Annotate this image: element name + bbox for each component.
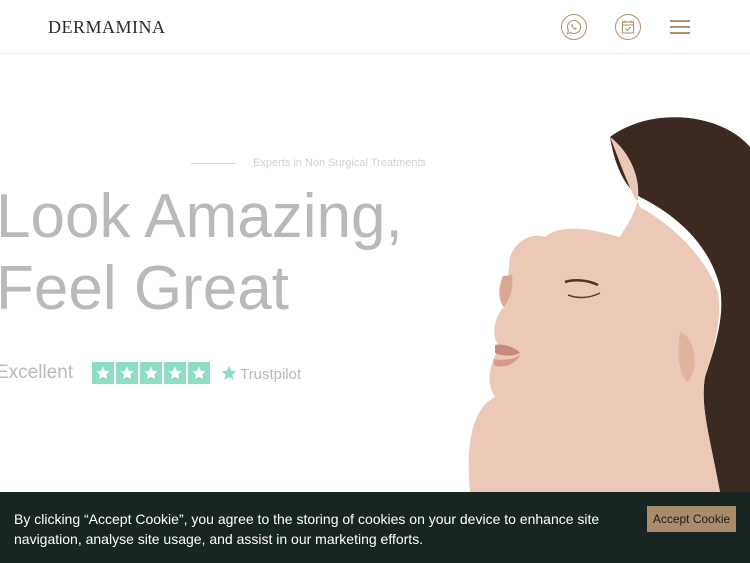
booking-button[interactable] [615, 14, 641, 40]
menu-icon [670, 20, 690, 22]
calendar-icon [621, 20, 635, 34]
cookie-message: By clicking “Accept Cookie”, you agree t… [14, 511, 600, 547]
trustpilot-label: Trustpilot [240, 366, 302, 383]
headline-line-2: Feel Great [0, 254, 289, 323]
accept-cookie-button[interactable]: Accept Cookie [647, 506, 736, 532]
whatsapp-button[interactable] [561, 14, 587, 40]
star-icon [92, 362, 114, 384]
eyebrow-divider [191, 163, 236, 164]
star-icon [188, 362, 210, 384]
hero-headline: Look Amazing, Feel Great [0, 181, 403, 325]
hero-eyebrow: Experts in Non Surgical Treatments [253, 157, 427, 169]
star-icon [140, 362, 162, 384]
star-icon [164, 362, 186, 384]
hero-section: Experts in Non Surgical Treatments Look … [0, 55, 750, 492]
menu-icon-bar [670, 32, 690, 34]
whatsapp-icon [566, 19, 582, 35]
woman-profile-image [468, 117, 750, 492]
headline-line-1: Look Amazing, [0, 182, 403, 251]
trustpilot-star-icon [221, 365, 237, 380]
rating-stars [92, 362, 210, 384]
cookie-consent-bar: By clicking “Accept Cookie”, you agree t… [0, 492, 750, 563]
site-header: DERMAMINA [0, 0, 750, 54]
rating-label: Excellent [0, 362, 74, 383]
site-logo[interactable]: DERMAMINA [48, 17, 166, 38]
star-icon [116, 362, 138, 384]
menu-button[interactable] [670, 20, 690, 35]
menu-icon-bar [670, 26, 690, 28]
